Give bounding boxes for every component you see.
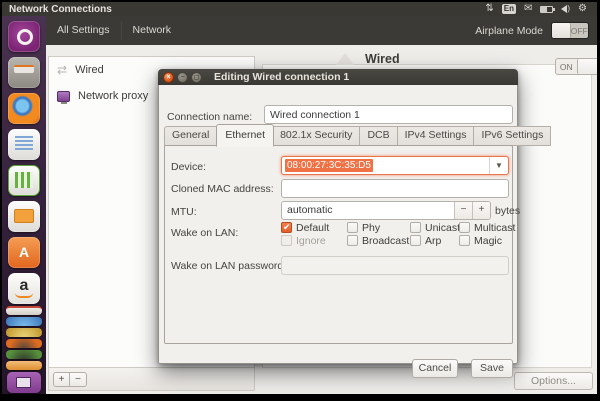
- network-proxy-icon: [57, 91, 70, 102]
- volume-icon[interactable]: ): [561, 4, 570, 14]
- checkbox-ignore: Ignore: [281, 234, 347, 247]
- mtu-spinbutton[interactable]: automatic − +: [281, 201, 491, 220]
- airplane-mode-label: Airplane Mode: [475, 25, 543, 37]
- checkbox-icon[interactable]: [281, 222, 292, 233]
- wol-password-label: Wake on LAN password:: [171, 260, 286, 272]
- device-combobox[interactable]: 08:00:27:3C:35:D5 ▼: [281, 156, 509, 175]
- cloned-mac-label: Cloned MAC address:: [171, 183, 274, 195]
- wol-password-input: [281, 256, 509, 275]
- edit-connection-dialog: × − ▢ Editing Wired connection 1 Connect…: [158, 69, 518, 364]
- libreoffice-impress-icon[interactable]: [8, 201, 40, 232]
- add-connection-button[interactable]: +: [53, 372, 70, 387]
- list-actions: + −: [49, 367, 254, 390]
- checkbox-arp[interactable]: Arp: [410, 234, 459, 247]
- airplane-mode-group: Airplane Mode OFF: [475, 22, 597, 39]
- pane-pointer: [336, 53, 354, 65]
- session-gear-icon[interactable]: ⚙: [578, 2, 587, 16]
- screen: Network Connections ⇅ En ✉ ) ⚙ A a: [0, 0, 600, 401]
- system-tray: ⇅ En ✉ ) ⚙: [485, 2, 597, 16]
- checkbox-icon[interactable]: [459, 222, 470, 233]
- dialog-tabs: General Ethernet 802.1x Security DCB IPv…: [164, 125, 551, 146]
- ubuntu-dash-icon[interactable]: [8, 21, 40, 52]
- network-panel: ⇄ Wired Network proxy + − Wired: [46, 45, 597, 394]
- libreoffice-writer-icon[interactable]: [8, 129, 40, 160]
- settings-toolbar: All Settings Network Airplane Mode OFF: [46, 16, 597, 45]
- tab-8021x-security[interactable]: 802.1x Security: [273, 126, 360, 146]
- top-panel: Network Connections ⇅ En ✉ ) ⚙: [2, 2, 597, 16]
- network-indicator-icon[interactable]: ⇅: [485, 2, 493, 16]
- tab-ipv4-settings[interactable]: IPv4 Settings: [398, 126, 475, 146]
- dialog-title: Editing Wired connection 1: [214, 71, 349, 83]
- remove-connection-button[interactable]: −: [70, 372, 87, 387]
- folded-launcher-icon[interactable]: [6, 361, 42, 370]
- checkbox-icon[interactable]: [459, 235, 470, 246]
- firefox-icon[interactable]: [8, 93, 40, 124]
- toggle-knob: [552, 23, 571, 38]
- checkbox-phy[interactable]: Phy: [347, 221, 410, 234]
- battery-icon[interactable]: [540, 6, 553, 13]
- checkbox-magic[interactable]: Magic: [459, 234, 515, 247]
- desktop: Network Connections ⇅ En ✉ ) ⚙ A a: [2, 2, 597, 394]
- minimize-icon[interactable]: −: [177, 72, 188, 83]
- toggle-knob: [577, 59, 598, 74]
- checkbox-icon[interactable]: [347, 235, 358, 246]
- system-settings-icon[interactable]: [7, 372, 41, 393]
- checkbox-unicast[interactable]: Unicast: [410, 221, 459, 234]
- cloned-mac-input[interactable]: [281, 179, 509, 198]
- device-value-selected: 08:00:27:3C:35:D5: [285, 159, 373, 172]
- tab-general[interactable]: General: [164, 126, 217, 146]
- folded-launcher-icon[interactable]: [6, 339, 42, 348]
- mtu-unit-label: bytes: [495, 205, 520, 217]
- dialog-titlebar[interactable]: × − ▢ Editing Wired connection 1: [158, 69, 518, 85]
- wake-on-lan-label: Wake on LAN:: [171, 227, 238, 239]
- libreoffice-calc-icon[interactable]: [8, 165, 40, 196]
- checkbox-multicast[interactable]: Multicast: [459, 221, 515, 234]
- checkbox-icon: [281, 235, 292, 246]
- software-center-icon[interactable]: A: [8, 237, 40, 268]
- wired-on-toggle[interactable]: ON: [555, 58, 597, 75]
- chevron-down-icon[interactable]: ▼: [489, 157, 508, 174]
- save-button[interactable]: Save: [471, 359, 513, 378]
- detail-heading: Wired: [365, 52, 400, 66]
- connection-name-label: Connection name:: [167, 111, 252, 123]
- airplane-mode-toggle[interactable]: OFF: [551, 22, 589, 39]
- ethernet-tab-panel: Device: 08:00:27:3C:35:D5 ▼ Cloned MAC a…: [164, 145, 513, 344]
- wake-on-lan-options: Default Phy Unicast Multicast Ignore Bro…: [281, 221, 515, 247]
- unity-launcher: A a: [2, 16, 46, 394]
- folded-launcher-icon[interactable]: [6, 306, 42, 315]
- tab-ipv6-settings[interactable]: IPv6 Settings: [474, 126, 551, 146]
- mtu-increment-button[interactable]: +: [472, 202, 490, 219]
- keyboard-layout-indicator[interactable]: En: [502, 4, 516, 14]
- network-breadcrumb[interactable]: Network: [122, 16, 183, 45]
- mtu-label: MTU:: [171, 206, 197, 218]
- checkbox-icon[interactable]: [410, 222, 421, 233]
- mtu-value[interactable]: automatic: [282, 202, 454, 219]
- folded-launcher-icon[interactable]: [6, 317, 42, 326]
- all-settings-button[interactable]: All Settings: [46, 16, 121, 45]
- folded-launcher-icon[interactable]: [6, 350, 42, 359]
- wired-network-icon: ⇄: [57, 63, 67, 77]
- close-icon[interactable]: ×: [163, 72, 174, 83]
- device-label: Device:: [171, 161, 206, 173]
- checkbox-broadcast[interactable]: Broadcast: [347, 234, 410, 247]
- amazon-icon[interactable]: a: [8, 273, 40, 304]
- window-title: Network Connections: [2, 4, 112, 15]
- maximize-icon[interactable]: ▢: [191, 72, 202, 83]
- tab-dcb[interactable]: DCB: [360, 126, 397, 146]
- checkbox-icon[interactable]: [347, 222, 358, 233]
- tab-ethernet[interactable]: Ethernet: [216, 124, 274, 147]
- checkbox-default[interactable]: Default: [281, 221, 347, 234]
- options-button[interactable]: Options...: [514, 372, 593, 390]
- connection-name-input[interactable]: [264, 105, 513, 124]
- mtu-decrement-button[interactable]: −: [454, 202, 472, 219]
- folded-launcher-icon[interactable]: [6, 328, 42, 337]
- files-icon[interactable]: [8, 57, 40, 88]
- checkbox-icon[interactable]: [410, 235, 421, 246]
- cancel-button[interactable]: Cancel: [412, 359, 458, 378]
- dialog-body: Connection name: General Ethernet 802.1x…: [158, 85, 518, 364]
- mail-icon[interactable]: ✉: [524, 2, 532, 16]
